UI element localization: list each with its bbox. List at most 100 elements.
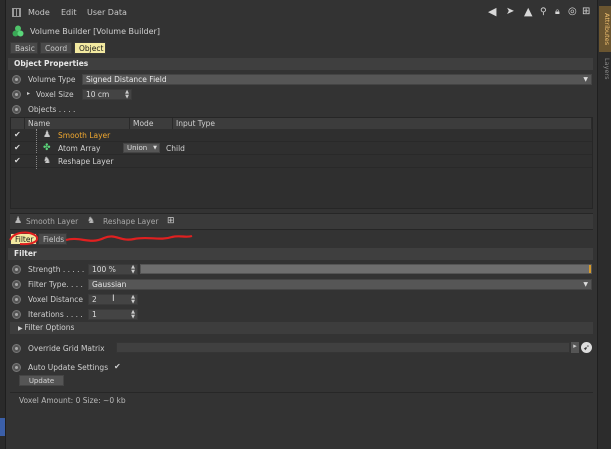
tab-coord[interactable]: Coord: [40, 42, 72, 54]
menu-user-data[interactable]: User Data: [87, 8, 127, 17]
strength-animate-radio[interactable]: [12, 265, 21, 274]
atom-array-icon: ✤: [43, 143, 51, 153]
voxel-size-value: 10 cm: [86, 90, 110, 99]
strength-slider[interactable]: [140, 264, 592, 274]
slider-handle[interactable]: [589, 265, 591, 273]
auto-update-animate-radio[interactable]: [12, 363, 21, 372]
voxel-size-animate-radio[interactable]: [12, 90, 21, 99]
tab-object[interactable]: Object: [74, 42, 106, 54]
iterations-field[interactable]: 1 ▲ ▼: [88, 309, 138, 320]
menubar: Mode Edit User Data ◀ ➤ ▲ ⚲ 🔒︎ ◎ ⊞: [6, 5, 597, 21]
filter-options-label: Filter Options: [24, 323, 75, 332]
mode-dropdown[interactable]: Union ▼: [123, 143, 160, 153]
voxel-distance-animate-radio[interactable]: [12, 295, 21, 304]
object-title: Volume Builder [Volume Builder]: [30, 27, 160, 36]
col-check-header: [11, 118, 25, 129]
table-row[interactable]: ✔ ✤ Atom Array Union ▼ Child: [11, 142, 592, 155]
row-name: Reshape Layer: [58, 157, 114, 166]
override-grid-link-field[interactable]: [116, 342, 570, 353]
volume-type-value: Signed Distance Field: [86, 75, 167, 84]
filter-options-group[interactable]: ▶ Filter Options: [10, 322, 593, 334]
volume-builder-icon: [12, 25, 24, 37]
spinner-icon[interactable]: ▲ ▼: [131, 295, 135, 305]
left-edge-indicator: [0, 418, 5, 436]
voxel-distance-label: Voxel Distance: [28, 295, 83, 304]
text-cursor-icon: I: [112, 294, 115, 304]
row-name: Atom Array: [58, 144, 101, 153]
volume-type-dropdown[interactable]: Signed Distance Field ▼: [82, 74, 592, 85]
iterations-value: 1: [92, 310, 97, 319]
filter-type-value: Gaussian: [92, 280, 127, 289]
voxel-size-field[interactable]: 10 cm ▲ ▼: [82, 89, 132, 100]
strength-value: 100 %: [92, 265, 116, 274]
filter-type-label: Filter Type. . . .: [28, 280, 83, 289]
iterations-animate-radio[interactable]: [12, 310, 21, 319]
reshape-layer-icon: ♞: [43, 156, 52, 166]
objects-list[interactable]: Name Mode Input Type ✔ ♟ Smooth Layer ✔ …: [10, 117, 593, 209]
table-row[interactable]: ✔ ♞ Reshape Layer: [11, 155, 592, 168]
menu-mode[interactable]: Mode: [28, 8, 50, 17]
col-input-type-header[interactable]: Input Type: [173, 118, 592, 129]
tab-basic[interactable]: Basic: [10, 42, 38, 54]
strength-field[interactable]: 100 % ▲ ▼: [88, 264, 138, 275]
back-arrow-icon[interactable]: ◀: [488, 6, 496, 18]
enabled-check-icon[interactable]: ✔: [14, 143, 21, 152]
search-icon[interactable]: ⚲: [540, 6, 547, 18]
col-name-header[interactable]: Name: [25, 118, 130, 129]
object-title-row: Volume Builder [Volume Builder]: [6, 24, 597, 39]
objects-animate-radio[interactable]: [12, 105, 21, 114]
side-tab-layers[interactable]: Layers: [599, 56, 611, 82]
spinner-icon[interactable]: ▲ ▼: [131, 265, 135, 275]
table-row[interactable]: ✔ ♟ Smooth Layer: [11, 129, 592, 169]
filter-heading: Filter: [8, 248, 593, 260]
new-window-icon[interactable]: ⊞: [582, 6, 590, 18]
layer-tab-smooth[interactable]: Smooth Layer: [26, 217, 78, 226]
row-name: Smooth Layer: [58, 131, 111, 140]
voxel-size-label: Voxel Size: [36, 90, 74, 99]
mode-value: Union: [127, 144, 148, 152]
pick-object-icon[interactable]: ➹: [581, 342, 592, 353]
chevron-down-icon: ▼: [583, 76, 588, 83]
update-button[interactable]: Update: [19, 375, 64, 386]
layer-tab-reshape[interactable]: Reshape Layer: [103, 217, 158, 226]
side-tab-attributes[interactable]: Attributes: [599, 6, 611, 52]
col-mode-header[interactable]: Mode: [130, 118, 173, 129]
enabled-check-icon[interactable]: ✔: [14, 156, 21, 165]
volume-type-label: Volume Type: [28, 75, 76, 84]
expand-triangle-icon[interactable]: ▸: [27, 90, 30, 97]
spinner-icon[interactable]: ▲ ▼: [125, 90, 129, 100]
objects-label: Objects . . . .: [28, 105, 76, 114]
filter-type-dropdown[interactable]: Gaussian ▼: [88, 279, 592, 290]
target-icon[interactable]: ◎: [568, 6, 577, 18]
tab-fields[interactable]: Fields: [38, 233, 67, 245]
volume-type-animate-radio[interactable]: [12, 75, 21, 84]
up-arrow-icon[interactable]: ▲: [524, 6, 532, 18]
spinner-icon[interactable]: ▲ ▼: [131, 310, 135, 320]
side-tab-strip: Attributes Layers: [597, 0, 611, 449]
auto-update-label: Auto Update Settings: [28, 363, 109, 372]
filter-type-animate-radio[interactable]: [12, 280, 21, 289]
iterations-label: Iterations . . . .: [28, 310, 83, 319]
enabled-check-icon[interactable]: ✔: [14, 130, 21, 139]
auto-update-checkbox[interactable]: ✔: [114, 362, 121, 371]
chevron-down-icon: ▼: [153, 145, 157, 151]
status-text: Voxel Amount: 0 Size: ~0 kb: [19, 396, 126, 405]
lock-icon[interactable]: 🔒︎: [555, 6, 560, 18]
smooth-layer-icon[interactable]: ♟: [14, 216, 22, 226]
input-type-value: Child: [166, 144, 185, 153]
override-grid-animate-radio[interactable]: [12, 344, 21, 353]
voxel-distance-value: 2: [92, 295, 97, 304]
add-layer-icon[interactable]: ⊞: [167, 216, 175, 226]
reshape-layer-icon[interactable]: ♞: [87, 216, 95, 226]
override-grid-label: Override Grid Matrix: [28, 344, 105, 353]
object-properties-heading: Object Properties: [8, 58, 593, 70]
tab-filter[interactable]: Filter: [10, 233, 37, 245]
smooth-layer-icon: ♟: [43, 130, 52, 140]
cursor-arrow-icon[interactable]: ➤: [506, 6, 514, 18]
link-arrow-icon[interactable]: ▸: [571, 342, 579, 353]
layer-tab-bar: ♟ Smooth Layer ♞ Reshape Layer ⊞: [10, 213, 593, 230]
menu-edit[interactable]: Edit: [61, 8, 77, 17]
chevron-down-icon: ▼: [583, 281, 588, 288]
strength-label: Strength . . . . .: [28, 265, 85, 274]
panel-grid-icon[interactable]: [12, 8, 21, 17]
